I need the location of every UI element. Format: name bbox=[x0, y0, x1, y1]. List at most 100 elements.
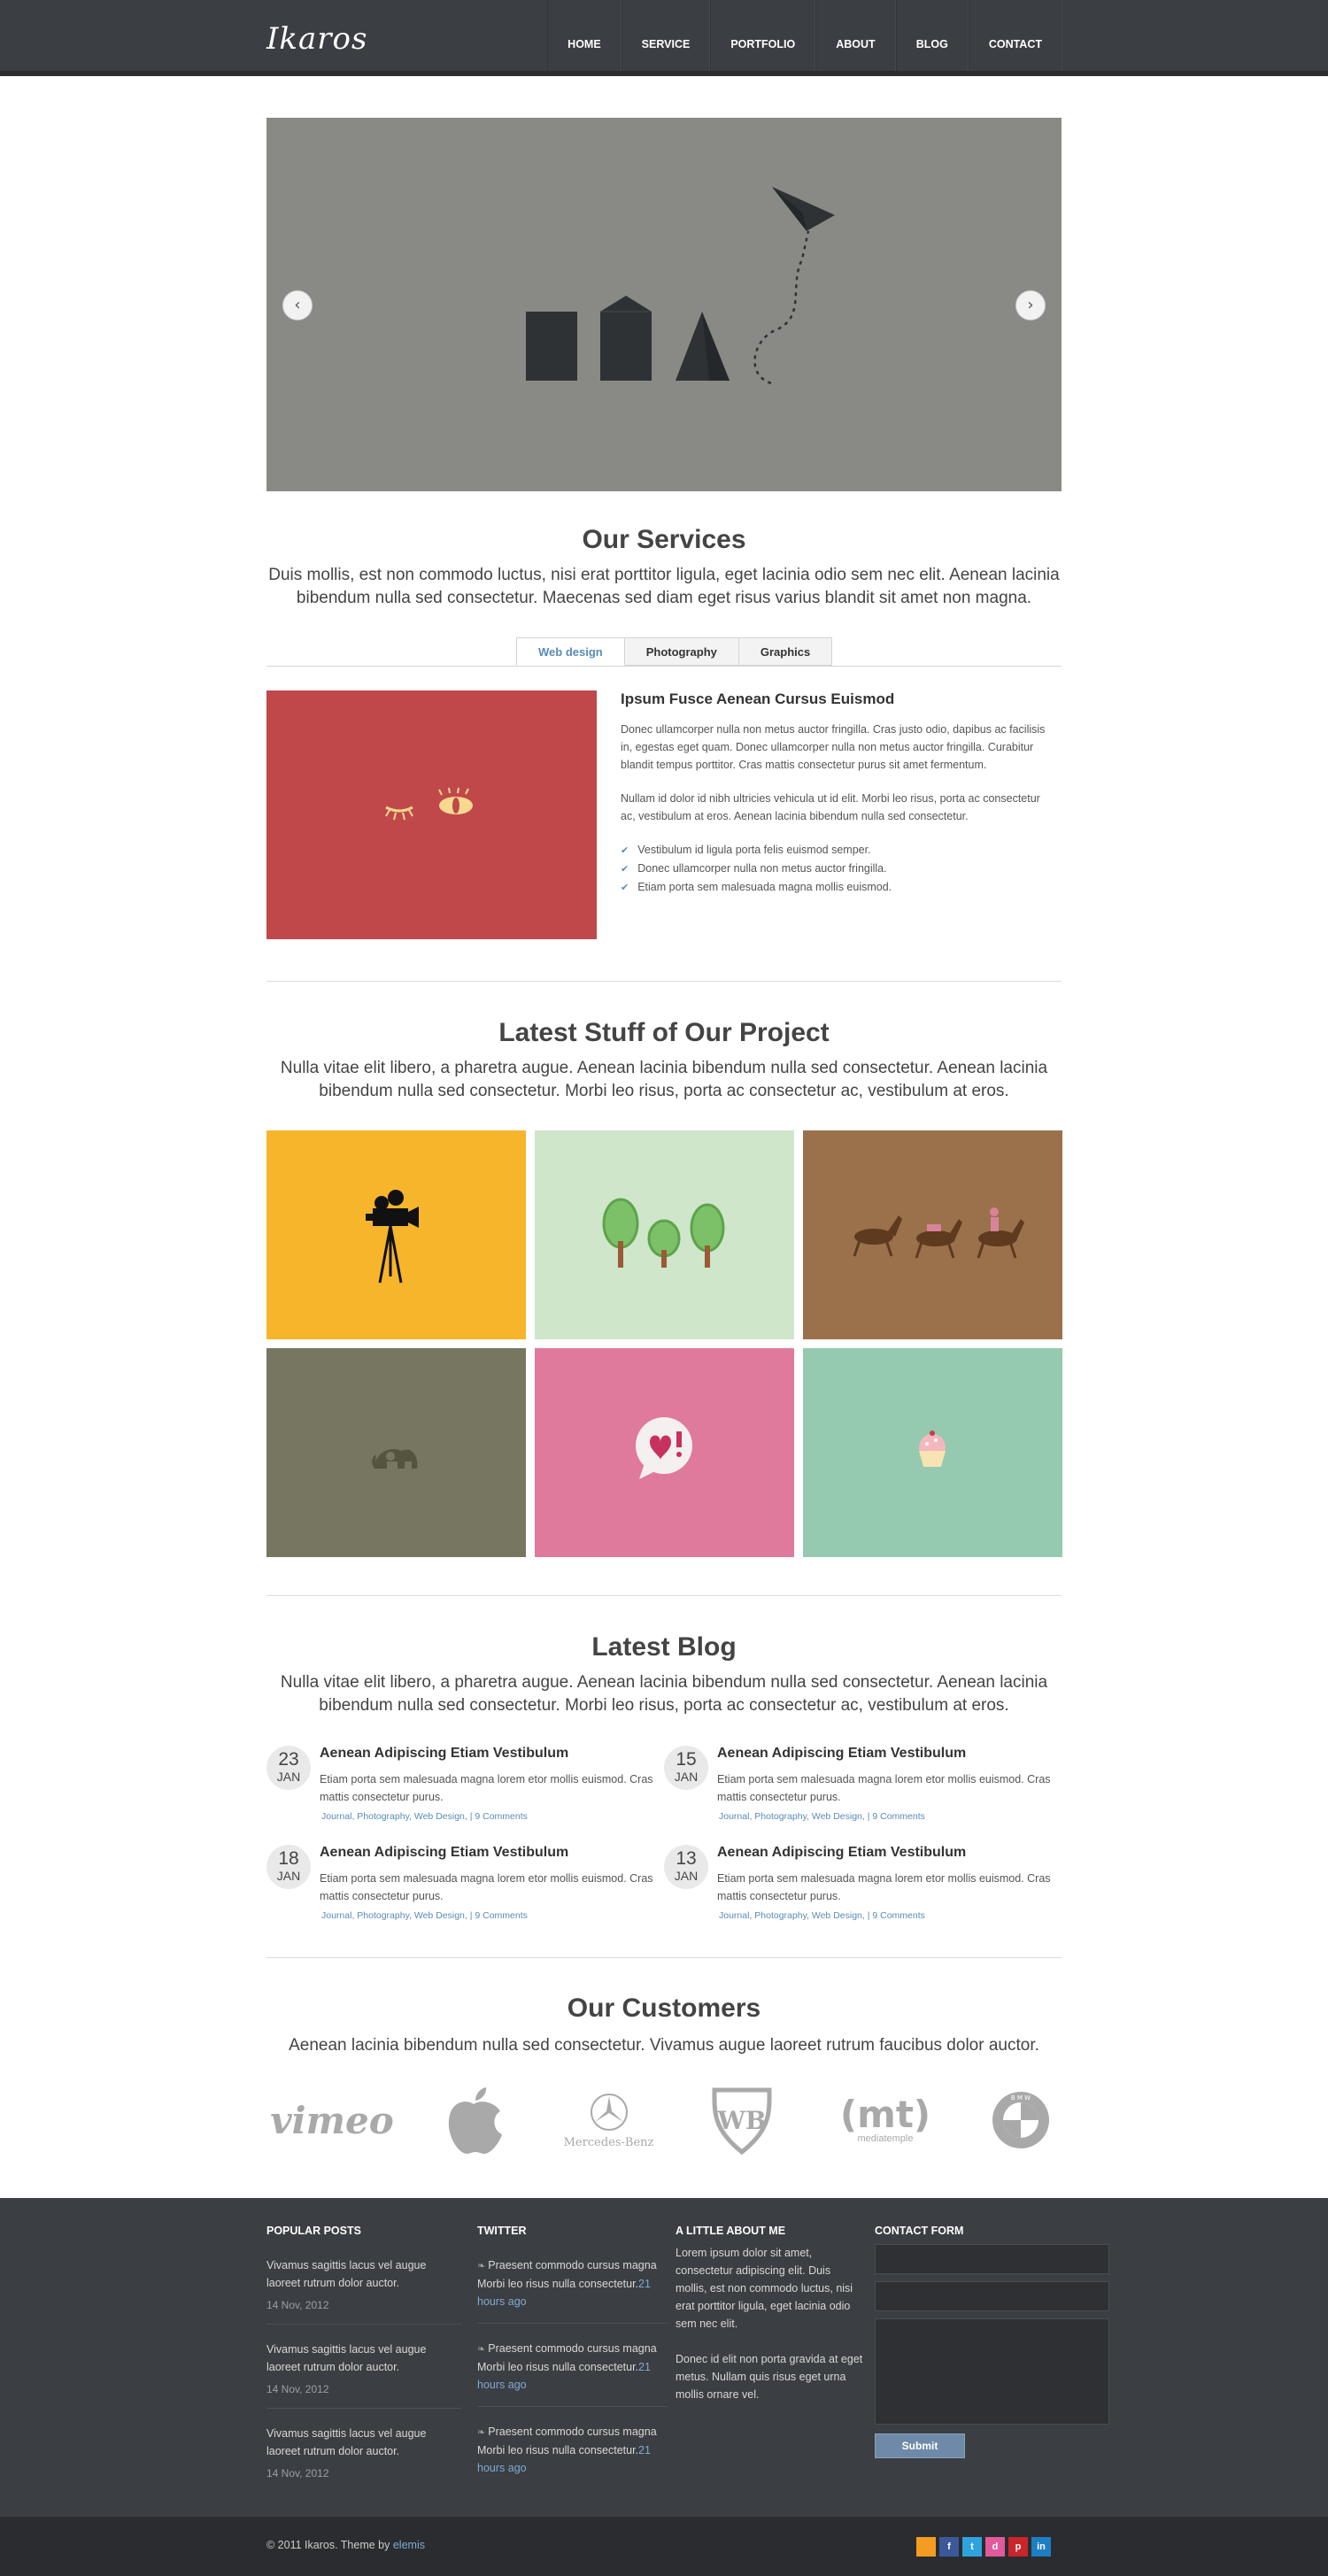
projects-subtitle: Nulla vitae elit libero, a pharetra augu… bbox=[280, 1059, 1048, 1100]
post-excerpt: Etiam porta sem malesuada magna lorem et… bbox=[320, 1872, 653, 1902]
blog-post[interactable]: 18 JAN Aenean Adipiscing Etiam Vestibulum… bbox=[266, 1845, 660, 1924]
contact-message-field[interactable] bbox=[875, 2318, 1109, 2425]
warner-bros-logo[interactable]: WB bbox=[704, 2085, 779, 2156]
linkedin-icon[interactable]: in bbox=[1031, 2537, 1051, 2557]
slider-next-button[interactable]: › bbox=[1015, 290, 1046, 320]
post-meta[interactable]: Journal, Photography, Web Design, | 9 Co… bbox=[719, 1811, 925, 1822]
eyes-illustration bbox=[385, 787, 473, 821]
elephant-icon bbox=[372, 1449, 418, 1469]
hero-slider: ‹ › bbox=[266, 118, 1062, 491]
post-meta[interactable]: Journal, Photography, Web Design, | 9 Co… bbox=[719, 1910, 925, 1921]
post-date: 13 JAN bbox=[664, 1845, 708, 1889]
site-header: Ikaros HOME SERVICE PORTFOLIO ABOUT BLOG… bbox=[0, 0, 1328, 76]
post-title[interactable]: Aenean Adipiscing Etiam Vestibulum bbox=[320, 1845, 568, 1861]
popular-post-link[interactable]: Vivamus sagittis lacus vel augue laoreet… bbox=[266, 2341, 461, 2376]
nav-about[interactable]: ABOUT bbox=[815, 0, 896, 71]
list-item: ✔ Vestibulum id ligula porta felis euismo… bbox=[621, 844, 871, 856]
list-item: ✔ Etiam porta sem malesuada magna mollis … bbox=[621, 881, 892, 893]
mercedes-logo[interactable]: Mercedes-Benz bbox=[558, 2085, 660, 2156]
nav-blog[interactable]: BLOG bbox=[895, 0, 969, 71]
post-title[interactable]: Aenean Adipiscing Etiam Vestibulum bbox=[717, 1746, 966, 1762]
check-icon: ✔ bbox=[621, 882, 629, 893]
feature-heading: Ipsum Fusce Aenean Cursus Euismod bbox=[621, 690, 895, 707]
wb-shield-icon: WB bbox=[711, 2087, 772, 2156]
svg-text:B M W: B M W bbox=[1010, 2094, 1030, 2102]
vimeo-logo[interactable]: vimeo bbox=[270, 2085, 394, 2156]
site-logo[interactable]: Ikaros bbox=[266, 21, 367, 57]
contact-email-field[interactable] bbox=[875, 2281, 1109, 2311]
popular-post-date: 14 Nov, 2012 bbox=[266, 2467, 329, 2480]
portfolio-item-elephant[interactable] bbox=[266, 1348, 526, 1557]
post-excerpt: Etiam porta sem malesuada magna lorem et… bbox=[717, 1773, 1051, 1803]
slider-prev-button[interactable]: ‹ bbox=[282, 290, 313, 320]
pinterest-icon[interactable]: p bbox=[1008, 2537, 1028, 2557]
portfolio-item-horses[interactable] bbox=[803, 1130, 1062, 1339]
post-title[interactable]: Aenean Adipiscing Etiam Vestibulum bbox=[717, 1845, 966, 1861]
apple-icon bbox=[448, 2087, 502, 2154]
section-divider bbox=[266, 1595, 1062, 1596]
post-date: 18 JAN bbox=[266, 1845, 311, 1889]
footer-heading: TWITTER bbox=[477, 2225, 527, 2237]
nav-portfolio[interactable]: PORTFOLIO bbox=[710, 0, 816, 71]
footer-contact-form: CONTACT FORM Submit bbox=[875, 2225, 1109, 2458]
footer-twitter: TWITTER ❧ Praesent commodo cursus magna … bbox=[477, 2225, 668, 2477]
nav-home[interactable]: HOME bbox=[547, 0, 622, 71]
about-paragraph: Lorem ipsum dolor sit amet, consectetur … bbox=[676, 2247, 853, 2330]
tweet: ❧ Praesent commodo cursus magna Morbi le… bbox=[477, 2342, 657, 2391]
popular-post-date: 14 Nov, 2012 bbox=[266, 2299, 329, 2311]
contact-name-field[interactable] bbox=[875, 2244, 1109, 2274]
footer-divider bbox=[266, 2324, 461, 2325]
popular-post-link[interactable]: Vivamus sagittis lacus vel augue laoreet… bbox=[266, 2256, 461, 2292]
blog-post[interactable]: 23 JAN Aenean Adipiscing Etiam Vestibulum… bbox=[266, 1746, 660, 1825]
apple-logo[interactable] bbox=[438, 2085, 509, 2156]
footer-divider bbox=[477, 2323, 668, 2324]
portfolio-item-cupcake[interactable] bbox=[803, 1348, 1062, 1557]
check-icon: ✔ bbox=[621, 845, 629, 856]
trees-icon bbox=[602, 1198, 725, 1268]
nav-service[interactable]: SERVICE bbox=[621, 0, 711, 71]
portfolio-item-trees[interactable] bbox=[535, 1130, 794, 1339]
feature-list: ✔ Vestibulum id ligula porta felis euismo… bbox=[621, 841, 1054, 897]
tweet: ❧ Praesent commodo cursus magna Morbi le… bbox=[477, 2426, 657, 2474]
cupcake-icon bbox=[919, 1431, 946, 1467]
popular-post-link[interactable]: Vivamus sagittis lacus vel augue laoreet… bbox=[266, 2425, 461, 2460]
feature-paragraph-2: Nullam id dolor id nibh ultricies vehicu… bbox=[621, 792, 1040, 822]
post-meta[interactable]: Journal, Photography, Web Design, | 9 Co… bbox=[321, 1910, 528, 1921]
blog-post[interactable]: 15 JAN Aenean Adipiscing Etiam Vestibulum… bbox=[664, 1746, 1058, 1825]
blog-post[interactable]: 13 JAN Aenean Adipiscing Etiam Vestibulum… bbox=[664, 1845, 1058, 1924]
theme-author-link[interactable]: elemis bbox=[393, 2539, 425, 2551]
portfolio-item-camera[interactable] bbox=[266, 1130, 526, 1339]
post-excerpt: Etiam porta sem malesuada magna lorem et… bbox=[320, 1773, 653, 1803]
dribbble-icon[interactable]: d bbox=[985, 2537, 1005, 2557]
tab-web-design[interactable]: Web design bbox=[516, 637, 625, 666]
blog-title: Latest Blog bbox=[591, 1632, 737, 1662]
check-icon: ✔ bbox=[621, 863, 629, 875]
popular-post-date: 14 Nov, 2012 bbox=[266, 2383, 329, 2395]
list-item: ✔ Donec ullamcorper nulla non metus aucto… bbox=[621, 862, 887, 875]
tab-photography[interactable]: Photography bbox=[624, 637, 739, 666]
twitter-bird-icon: ❧ bbox=[477, 2344, 489, 2355]
horses-icon bbox=[853, 1207, 1024, 1259]
tweet: ❧ Praesent commodo cursus magna Morbi le… bbox=[477, 2259, 657, 2308]
blog-subtitle: Nulla vitae elit libero, a pharetra augu… bbox=[280, 1673, 1048, 1715]
footer-heading: CONTACT FORM bbox=[875, 2225, 964, 2237]
portfolio-item-love-bubble[interactable] bbox=[535, 1348, 794, 1557]
twitter-icon[interactable]: t bbox=[962, 2537, 982, 2557]
bottom-bar bbox=[0, 2517, 1328, 2576]
nav-contact[interactable]: CONTACT bbox=[968, 0, 1062, 71]
section-divider bbox=[266, 1957, 1062, 1958]
tabs-divider bbox=[266, 666, 1062, 667]
post-meta[interactable]: Journal, Photography, Web Design, | 9 Co… bbox=[321, 1811, 528, 1822]
post-excerpt: Etiam porta sem malesuada magna lorem et… bbox=[717, 1872, 1051, 1902]
bmw-logo[interactable]: B M W bbox=[987, 2085, 1054, 2156]
feature-content: Ipsum Fusce Aenean Cursus Euismod Donec … bbox=[621, 690, 1054, 897]
mediatemple-logo[interactable]: (mt) mediatemple bbox=[828, 2085, 943, 2156]
post-title[interactable]: Aenean Adipiscing Etiam Vestibulum bbox=[320, 1746, 568, 1762]
tab-graphics[interactable]: Graphics bbox=[738, 637, 833, 666]
camera-icon bbox=[366, 1190, 419, 1284]
rss-icon[interactable] bbox=[916, 2537, 936, 2557]
submit-button[interactable]: Submit bbox=[875, 2433, 965, 2458]
facebook-icon[interactable]: f bbox=[939, 2537, 959, 2557]
slider-illustration bbox=[526, 187, 835, 385]
twitter-bird-icon: ❧ bbox=[477, 2427, 489, 2438]
